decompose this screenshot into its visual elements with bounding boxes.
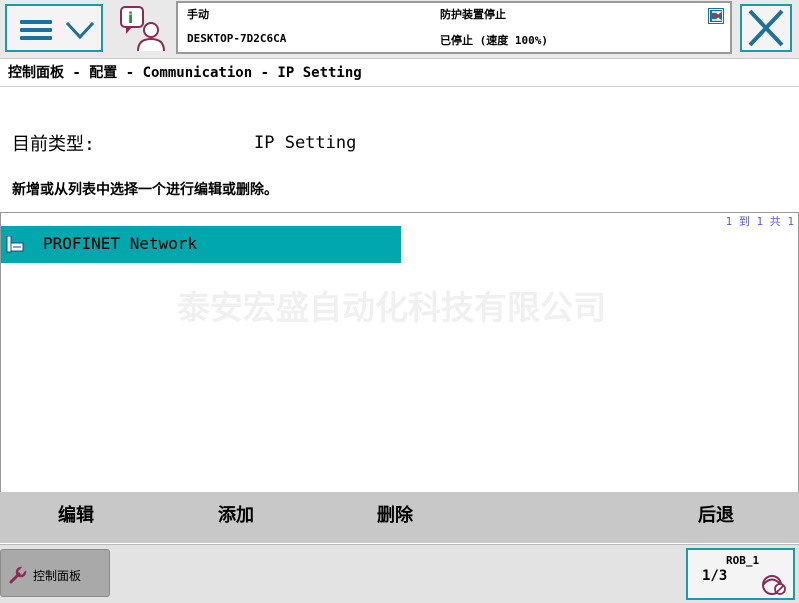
close-icon	[748, 9, 784, 47]
taskbar-tab-control-panel[interactable]: 控制面板	[0, 549, 110, 597]
run-status: 已停止 (速度 100%)	[440, 34, 548, 47]
taskbar-tab-label: 控制面板	[33, 569, 82, 583]
main-menu-button[interactable]	[5, 4, 103, 52]
hamburger-menu-icon	[20, 20, 52, 44]
controller-name: DESKTOP-7D2C6CA	[187, 32, 287, 45]
status-panel[interactable]: 手动 DESKTOP-7D2C6CA 防护装置停止 已停止 (速度 100%)	[176, 1, 732, 54]
breadcrumb: 控制面板 - 配置 - Communication - IP Setting	[8, 65, 362, 81]
network-config-icon	[6, 236, 24, 253]
top-bar: i 手动 DESKTOP-7D2C6CA 防护装置停止 已停止 (速度 100%…	[0, 0, 799, 59]
quickset-button[interactable]: ROB_1 1/3	[686, 548, 795, 600]
instance-list[interactable]: 1 到 1 共 1 泰安宏盛自动化科技有限公司 PROFINET Network	[0, 212, 799, 493]
instruction-text: 新增或从列表中选择一个进行编辑或删除。	[12, 182, 278, 198]
edit-button[interactable]: 编辑	[58, 492, 94, 543]
close-button[interactable]	[740, 4, 792, 52]
svg-text:i: i	[128, 9, 133, 27]
taskbar: 控制面板 ROB_1 1/3	[0, 544, 799, 603]
add-button[interactable]: 添加	[218, 492, 254, 543]
wrench-icon	[9, 566, 27, 584]
operating-mode: 手动	[187, 8, 209, 21]
guard-status: 防护装置停止	[440, 8, 506, 21]
chevron-down-icon	[65, 21, 95, 40]
delete-button[interactable]: 删除	[377, 492, 413, 543]
watermark: 泰安宏盛自动化科技有限公司	[177, 288, 606, 327]
divider	[0, 86, 799, 87]
list-item[interactable]: PROFINET Network	[1, 226, 401, 263]
speed-fraction: 1/3	[702, 568, 728, 584]
current-type-value: IP Setting	[254, 133, 357, 153]
list-item-label: PROFINET Network	[43, 234, 198, 253]
info-person-icon[interactable]: i	[118, 4, 168, 54]
back-button[interactable]: 后退	[698, 492, 734, 543]
current-type-label: 目前类型:	[12, 134, 95, 155]
event-log-icon[interactable]	[708, 8, 724, 24]
command-bar: 编辑 添加 删除 后退	[0, 492, 799, 543]
paging-indicator: 1 到 1 共 1	[725, 215, 794, 228]
robot-name: ROB_1	[726, 554, 760, 567]
run-mode-icon	[762, 575, 786, 595]
